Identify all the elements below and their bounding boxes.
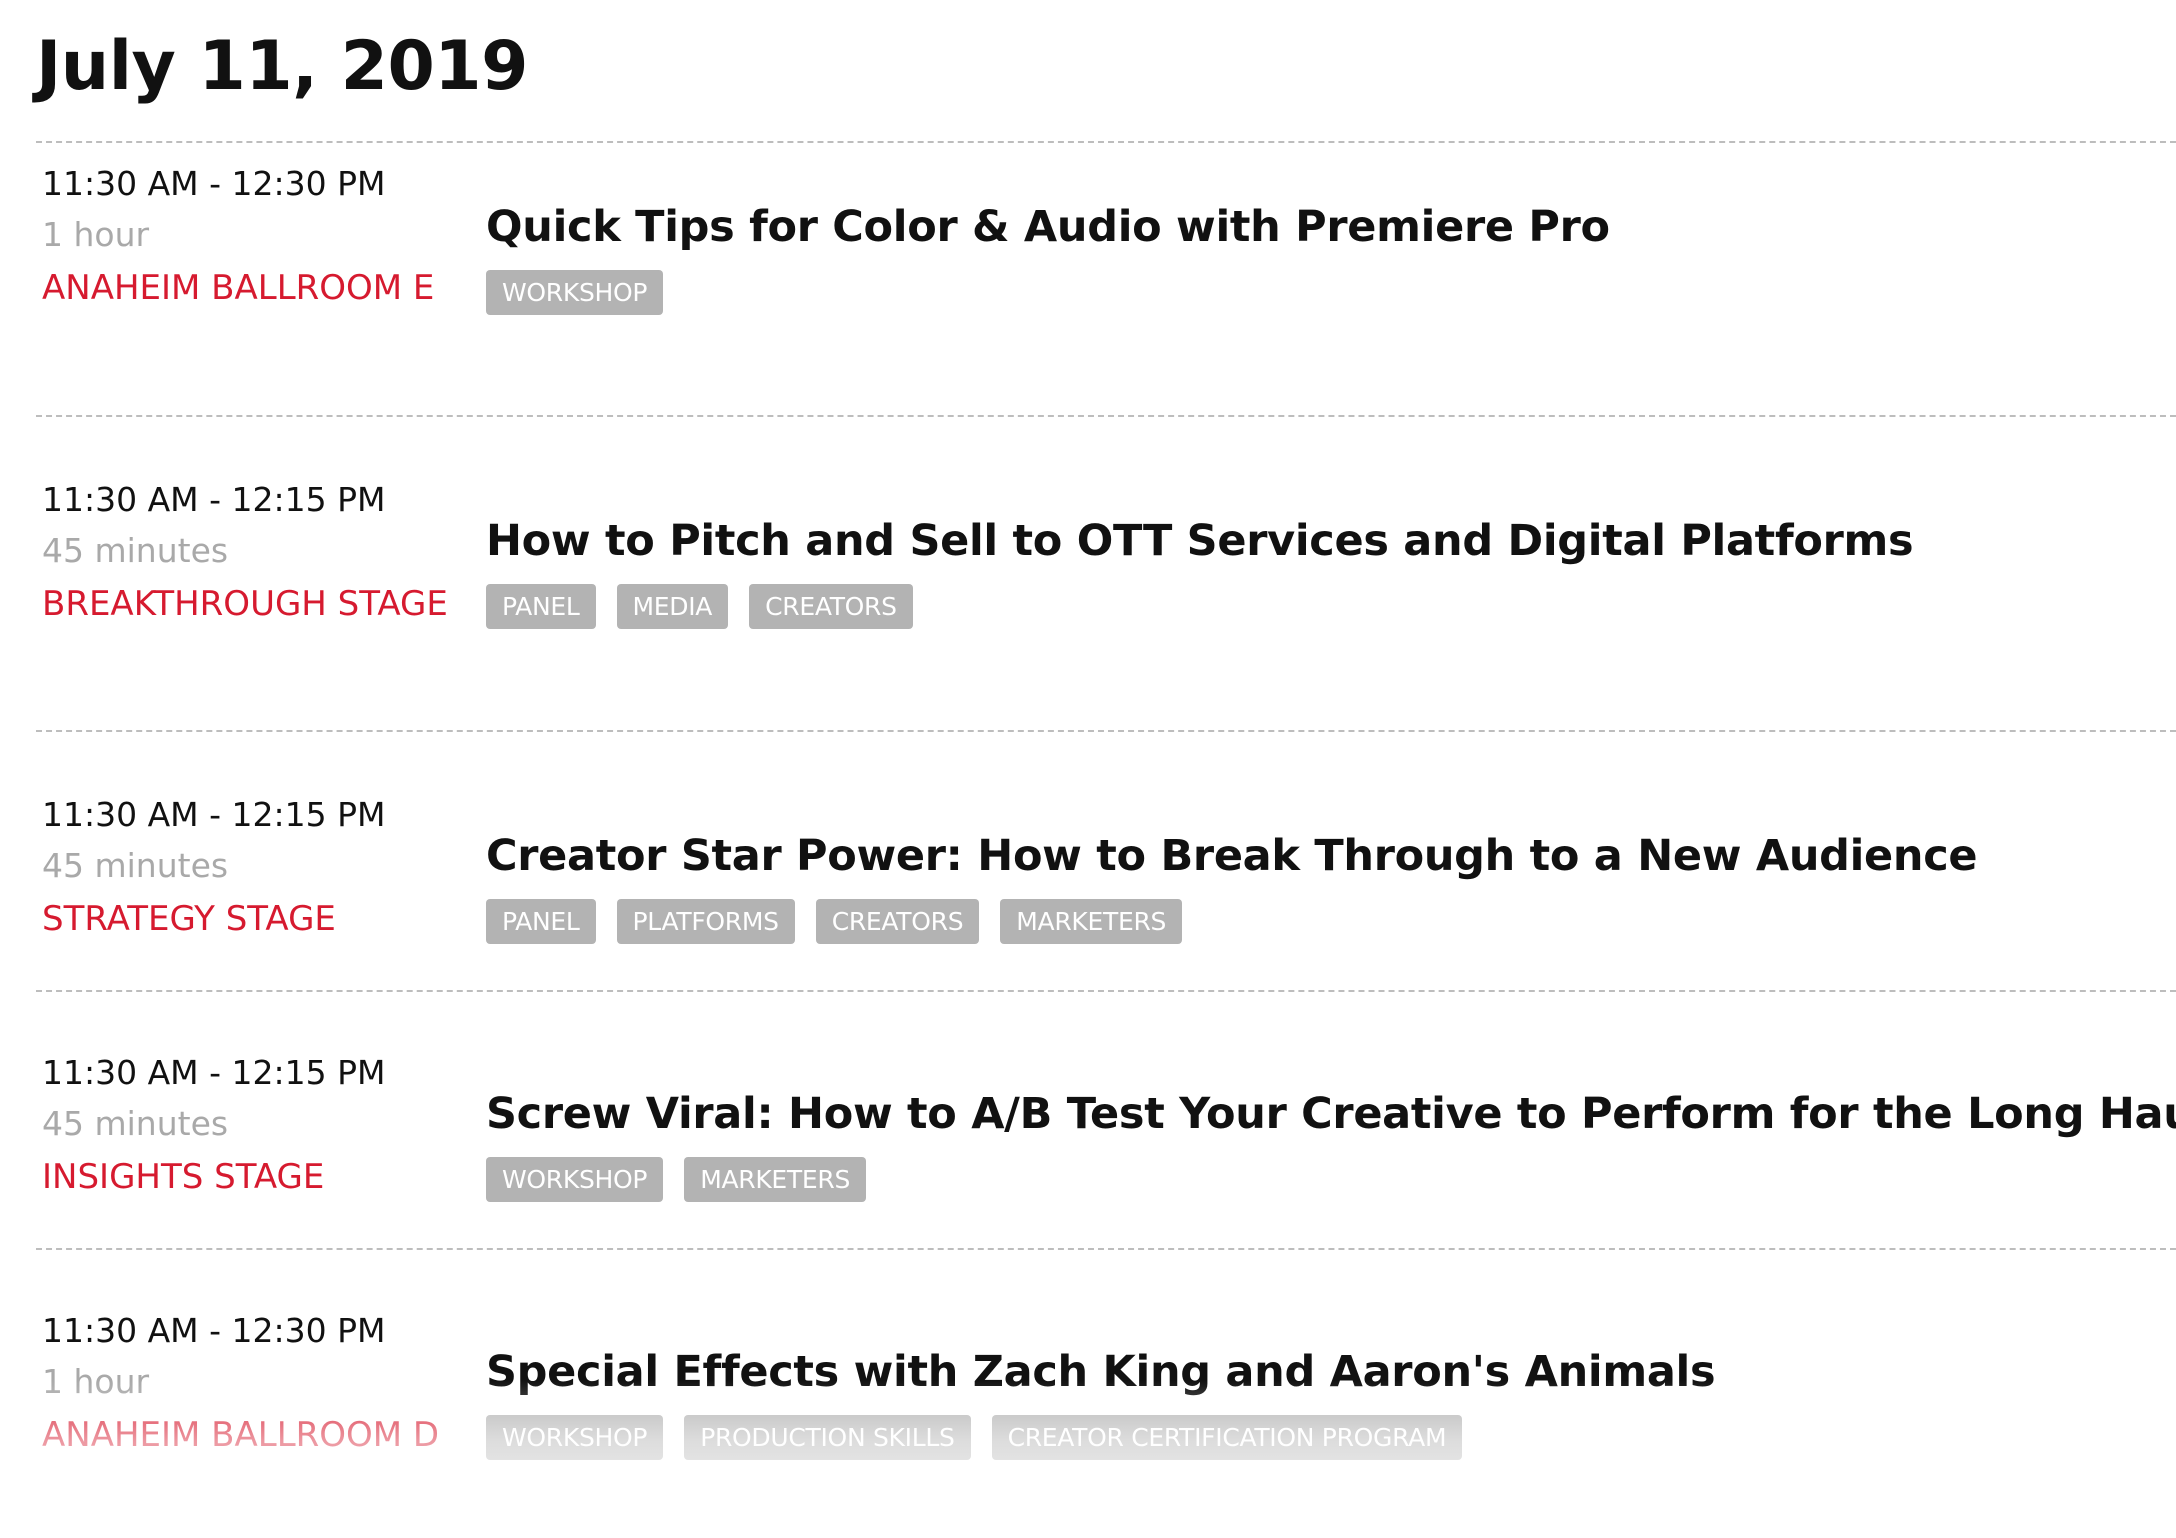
session-title-link[interactable]: Creator Star Power: How to Break Through… xyxy=(486,824,1978,888)
session-time: 11:30 AM - 12:30 PM xyxy=(42,164,386,203)
session-title-link[interactable]: Screw Viral: How to A/B Test Your Creati… xyxy=(486,1082,2176,1146)
tag-badge[interactable]: WORKSHOP xyxy=(486,1415,664,1460)
session-meta: 11:30 AM - 12:15 PM 45 minutes STRATEGY … xyxy=(42,790,452,947)
session-meta: 11:30 AM - 12:30 PM 1 hour ANAHEIM BALLR… xyxy=(42,159,452,316)
session-location-link[interactable]: STRATEGY STAGE xyxy=(42,892,452,947)
session-time: 11:30 AM - 12:15 PM xyxy=(42,795,386,834)
tag-badge[interactable]: PANEL xyxy=(486,584,596,629)
session-time: 11:30 AM - 12:15 PM xyxy=(42,1053,386,1092)
session-content: Creator Star Power: How to Break Through… xyxy=(486,824,1978,944)
tag-badge[interactable]: CREATOR CERTIFICATION PROGRAM xyxy=(991,1415,1463,1460)
session-duration: 45 minutes xyxy=(42,846,229,885)
session-duration: 45 minutes xyxy=(42,1104,229,1143)
tag-badge[interactable]: MARKETERS xyxy=(684,1157,867,1202)
session-content: Quick Tips for Color & Audio with Premie… xyxy=(486,195,1610,315)
session-title-link[interactable]: How to Pitch and Sell to OTT Services an… xyxy=(486,509,1914,573)
schedule-list: 11:30 AM - 12:30 PM 1 hour ANAHEIM BALLR… xyxy=(36,141,2176,1538)
session-duration: 1 hour xyxy=(42,1362,150,1401)
tag-badge[interactable]: PRODUCTION SKILLS xyxy=(684,1415,971,1460)
session-item: 11:30 AM - 12:30 PM 1 hour ANAHEIM BALLR… xyxy=(36,141,2176,415)
session-meta: 11:30 AM - 12:30 PM 1 hour ANAHEIM BALLR… xyxy=(42,1306,452,1463)
session-item: 11:30 AM - 12:15 PM 45 minutes STRATEGY … xyxy=(36,730,2176,990)
session-tags: WORKSHOP xyxy=(486,270,1610,315)
tag-badge[interactable]: WORKSHOP xyxy=(486,1157,664,1202)
session-duration: 45 minutes xyxy=(42,531,229,570)
session-content: Screw Viral: How to A/B Test Your Creati… xyxy=(486,1082,2176,1202)
session-tags: PANEL MEDIA CREATORS xyxy=(486,584,1913,629)
tag-badge[interactable]: CREATORS xyxy=(815,899,980,944)
session-item: 11:30 AM - 12:15 PM 45 minutes INSIGHTS … xyxy=(36,990,2176,1248)
session-tags: PANEL PLATFORMS CREATORS MARKETERS xyxy=(486,899,1977,944)
session-location-link[interactable]: ANAHEIM BALLROOM D xyxy=(42,1408,452,1463)
tag-badge[interactable]: PANEL xyxy=(486,899,596,944)
session-duration: 1 hour xyxy=(42,215,150,254)
tag-badge[interactable]: WORKSHOP xyxy=(486,270,664,315)
session-title-link[interactable]: Special Effects with Zach King and Aaron… xyxy=(486,1340,1716,1404)
session-location-link[interactable]: BREAKTHROUGH STAGE xyxy=(42,577,452,632)
session-location-link[interactable]: INSIGHTS STAGE xyxy=(42,1150,452,1205)
session-tags: WORKSHOP MARKETERS xyxy=(486,1157,2176,1202)
session-title-link[interactable]: Quick Tips for Color & Audio with Premie… xyxy=(486,195,1610,259)
tag-badge[interactable]: MARKETERS xyxy=(1000,899,1183,944)
session-meta: 11:30 AM - 12:15 PM 45 minutes BREAKTHRO… xyxy=(42,475,452,632)
session-content: How to Pitch and Sell to OTT Services an… xyxy=(486,509,1914,629)
session-meta: 11:30 AM - 12:15 PM 45 minutes INSIGHTS … xyxy=(42,1048,452,1205)
session-item: 11:30 AM - 12:30 PM 1 hour ANAHEIM BALLR… xyxy=(36,1248,2176,1538)
session-item: 11:30 AM - 12:15 PM 45 minutes BREAKTHRO… xyxy=(36,415,2176,730)
session-time: 11:30 AM - 12:15 PM xyxy=(42,480,386,519)
session-tags: WORKSHOP PRODUCTION SKILLS CREATOR CERTI… xyxy=(486,1415,1715,1460)
tag-badge[interactable]: MEDIA xyxy=(616,584,729,629)
session-content: Special Effects with Zach King and Aaron… xyxy=(486,1340,1716,1460)
session-time: 11:30 AM - 12:30 PM xyxy=(42,1311,386,1350)
page-title: July 11, 2019 xyxy=(36,27,528,106)
tag-badge[interactable]: CREATORS xyxy=(749,584,913,629)
tag-badge[interactable]: PLATFORMS xyxy=(616,899,795,944)
session-location-link[interactable]: ANAHEIM BALLROOM E xyxy=(42,261,452,316)
